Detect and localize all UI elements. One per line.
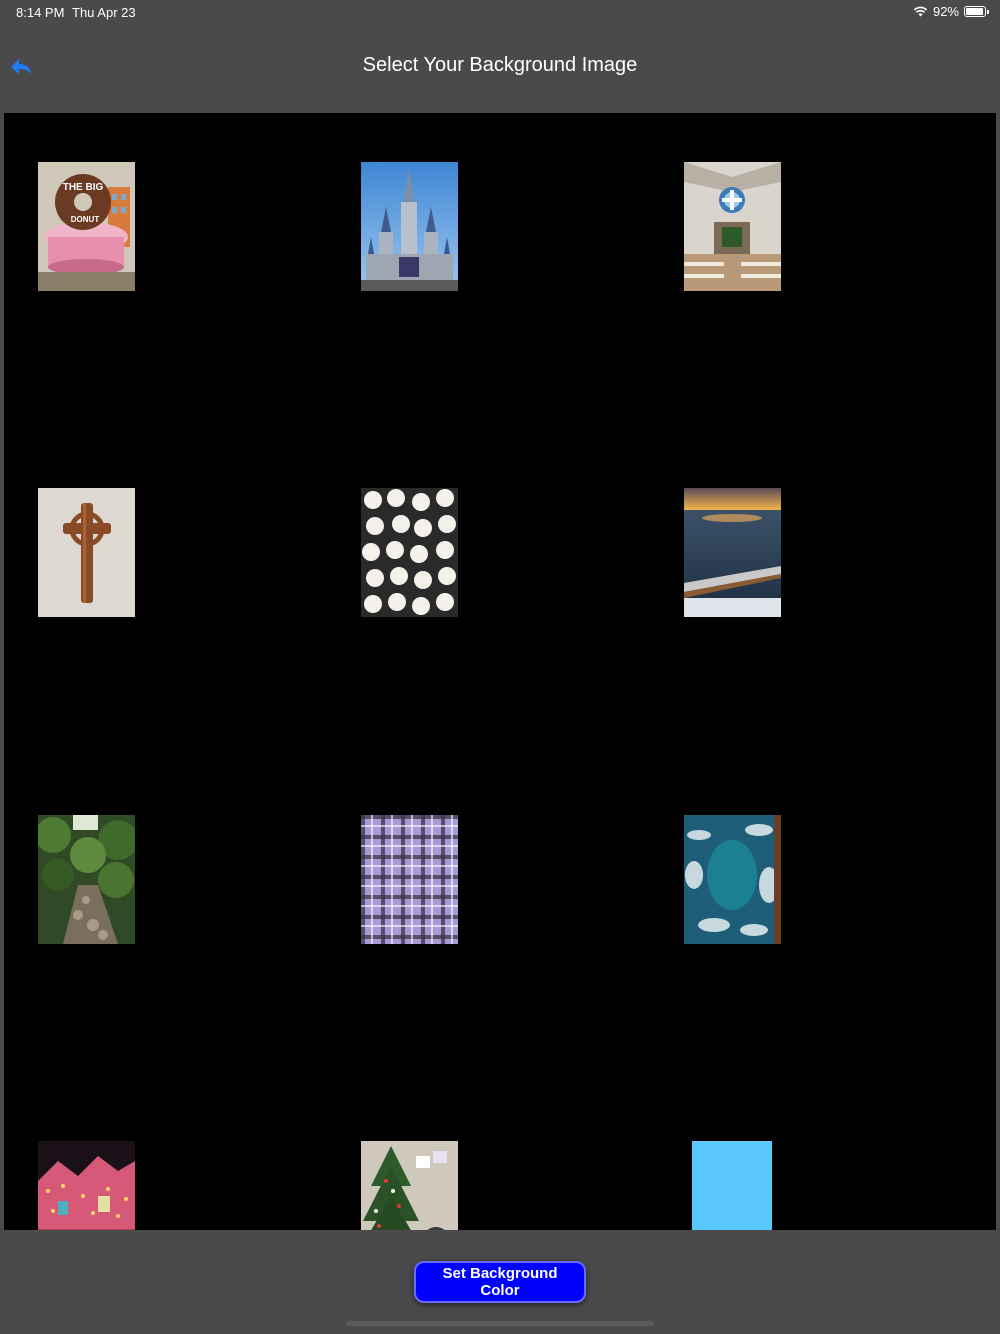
image-thumbnail-donut[interactable]: THE BIG DONUT: [38, 162, 135, 291]
svg-text:THE BIG: THE BIG: [63, 182, 104, 193]
image-thumbnail-church[interactable]: [684, 162, 781, 291]
image-thumbnail-small-world[interactable]: [38, 1141, 135, 1230]
wifi-icon: [913, 6, 928, 17]
image-thumbnail-sky-swatch[interactable]: [692, 1141, 772, 1230]
status-indicators: 92%: [913, 4, 989, 19]
battery-percent: 92%: [932, 4, 959, 19]
image-gallery: THE BIG DONUT: [4, 113, 996, 1230]
status-date: Thu Apr 23: [72, 5, 136, 20]
image-thumbnail-christmas-tree[interactable]: [361, 1141, 458, 1230]
image-thumbnail-castle[interactable]: [361, 162, 458, 291]
image-thumbnail-jungle[interactable]: [38, 815, 135, 944]
bottom-toolbar: Set Background Color: [0, 1230, 1000, 1334]
set-background-color-button[interactable]: Set Background Color: [414, 1261, 586, 1303]
status-bar: 8:14 PM Thu Apr 23 92%: [0, 0, 1000, 24]
image-thumbnail-sunset[interactable]: [684, 488, 781, 617]
svg-text:DONUT: DONUT: [71, 215, 100, 224]
navigation-bar: Select Your Background Image: [0, 24, 1000, 112]
image-thumbnail-cross[interactable]: [38, 488, 135, 617]
image-thumbnail-flowers[interactable]: [361, 488, 458, 617]
image-thumbnail-ocean[interactable]: [684, 815, 781, 944]
image-thumbnail-plaid[interactable]: [361, 815, 458, 944]
page-title: Select Your Background Image: [362, 54, 638, 76]
battery-icon: [964, 6, 989, 17]
home-indicator: [346, 1321, 654, 1326]
status-time: 8:14 PM: [16, 5, 65, 20]
